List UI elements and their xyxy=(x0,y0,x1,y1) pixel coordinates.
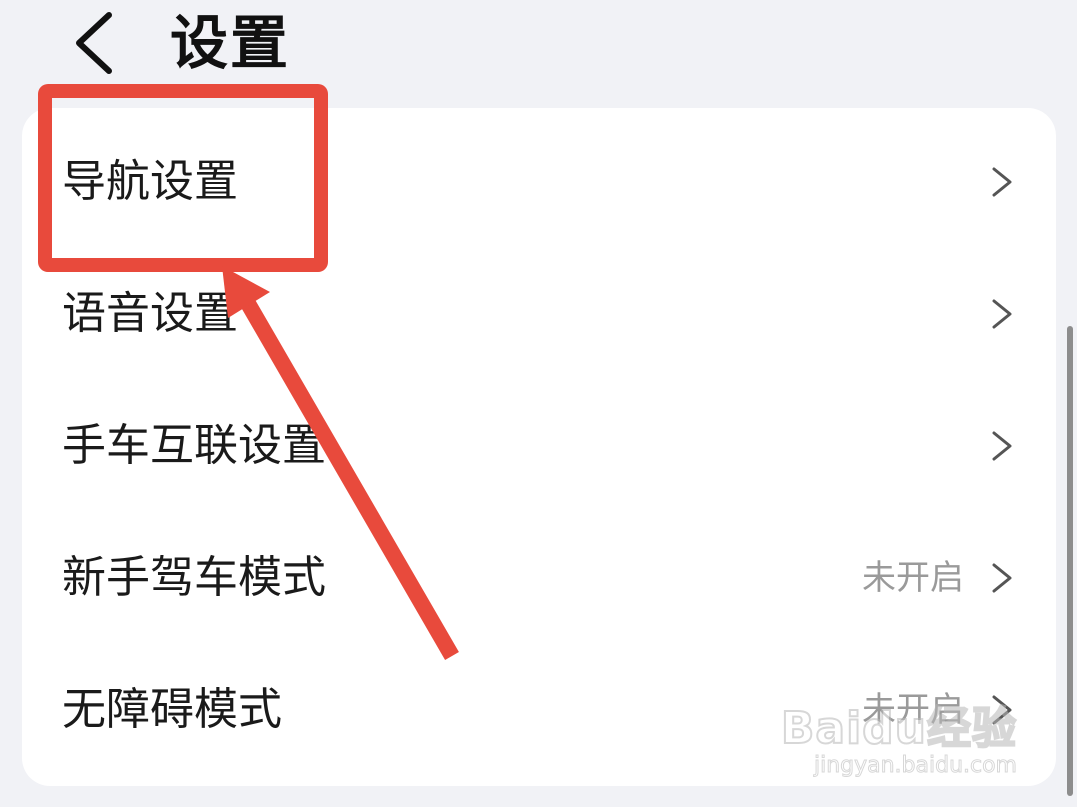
page-title: 设置 xyxy=(170,9,291,77)
chevron-right-icon xyxy=(992,563,1012,593)
chevron-right-icon xyxy=(992,431,1012,461)
settings-item-label: 语音设置 xyxy=(62,288,238,339)
chevron-left-icon xyxy=(76,12,112,74)
settings-item-car-connect[interactable]: 手车互联设置 xyxy=(22,380,1056,512)
settings-item-label: 无障碍模式 xyxy=(62,684,282,735)
settings-item-novice-mode[interactable]: 新手驾车模式 未开启 xyxy=(22,512,1056,644)
settings-item-voice[interactable]: 语音设置 xyxy=(22,248,1056,380)
back-button[interactable] xyxy=(58,8,128,78)
scrollbar[interactable] xyxy=(1067,326,1073,796)
chevron-right-icon xyxy=(992,695,1012,725)
settings-item-status: 未开启 xyxy=(862,558,964,598)
settings-list: 导航设置 语音设置 手车互联设置 新手驾车模式 未开启 无障碍模式 未开启 xyxy=(22,108,1056,786)
settings-item-accessibility-mode[interactable]: 无障碍模式 未开启 xyxy=(22,644,1056,776)
settings-item-label: 手车互联设置 xyxy=(62,420,326,471)
settings-page: 设置 导航设置 语音设置 手车互联设置 新手驾车模式 未开启 无障碍模式 未开启… xyxy=(0,0,1077,807)
chevron-right-icon xyxy=(992,167,1012,197)
settings-item-label: 新手驾车模式 xyxy=(62,552,326,603)
header-bar: 设置 xyxy=(0,0,1077,96)
settings-item-status: 未开启 xyxy=(862,690,964,730)
settings-item-label: 导航设置 xyxy=(62,156,238,207)
chevron-right-icon xyxy=(992,299,1012,329)
settings-item-navigation[interactable]: 导航设置 xyxy=(22,116,1056,248)
